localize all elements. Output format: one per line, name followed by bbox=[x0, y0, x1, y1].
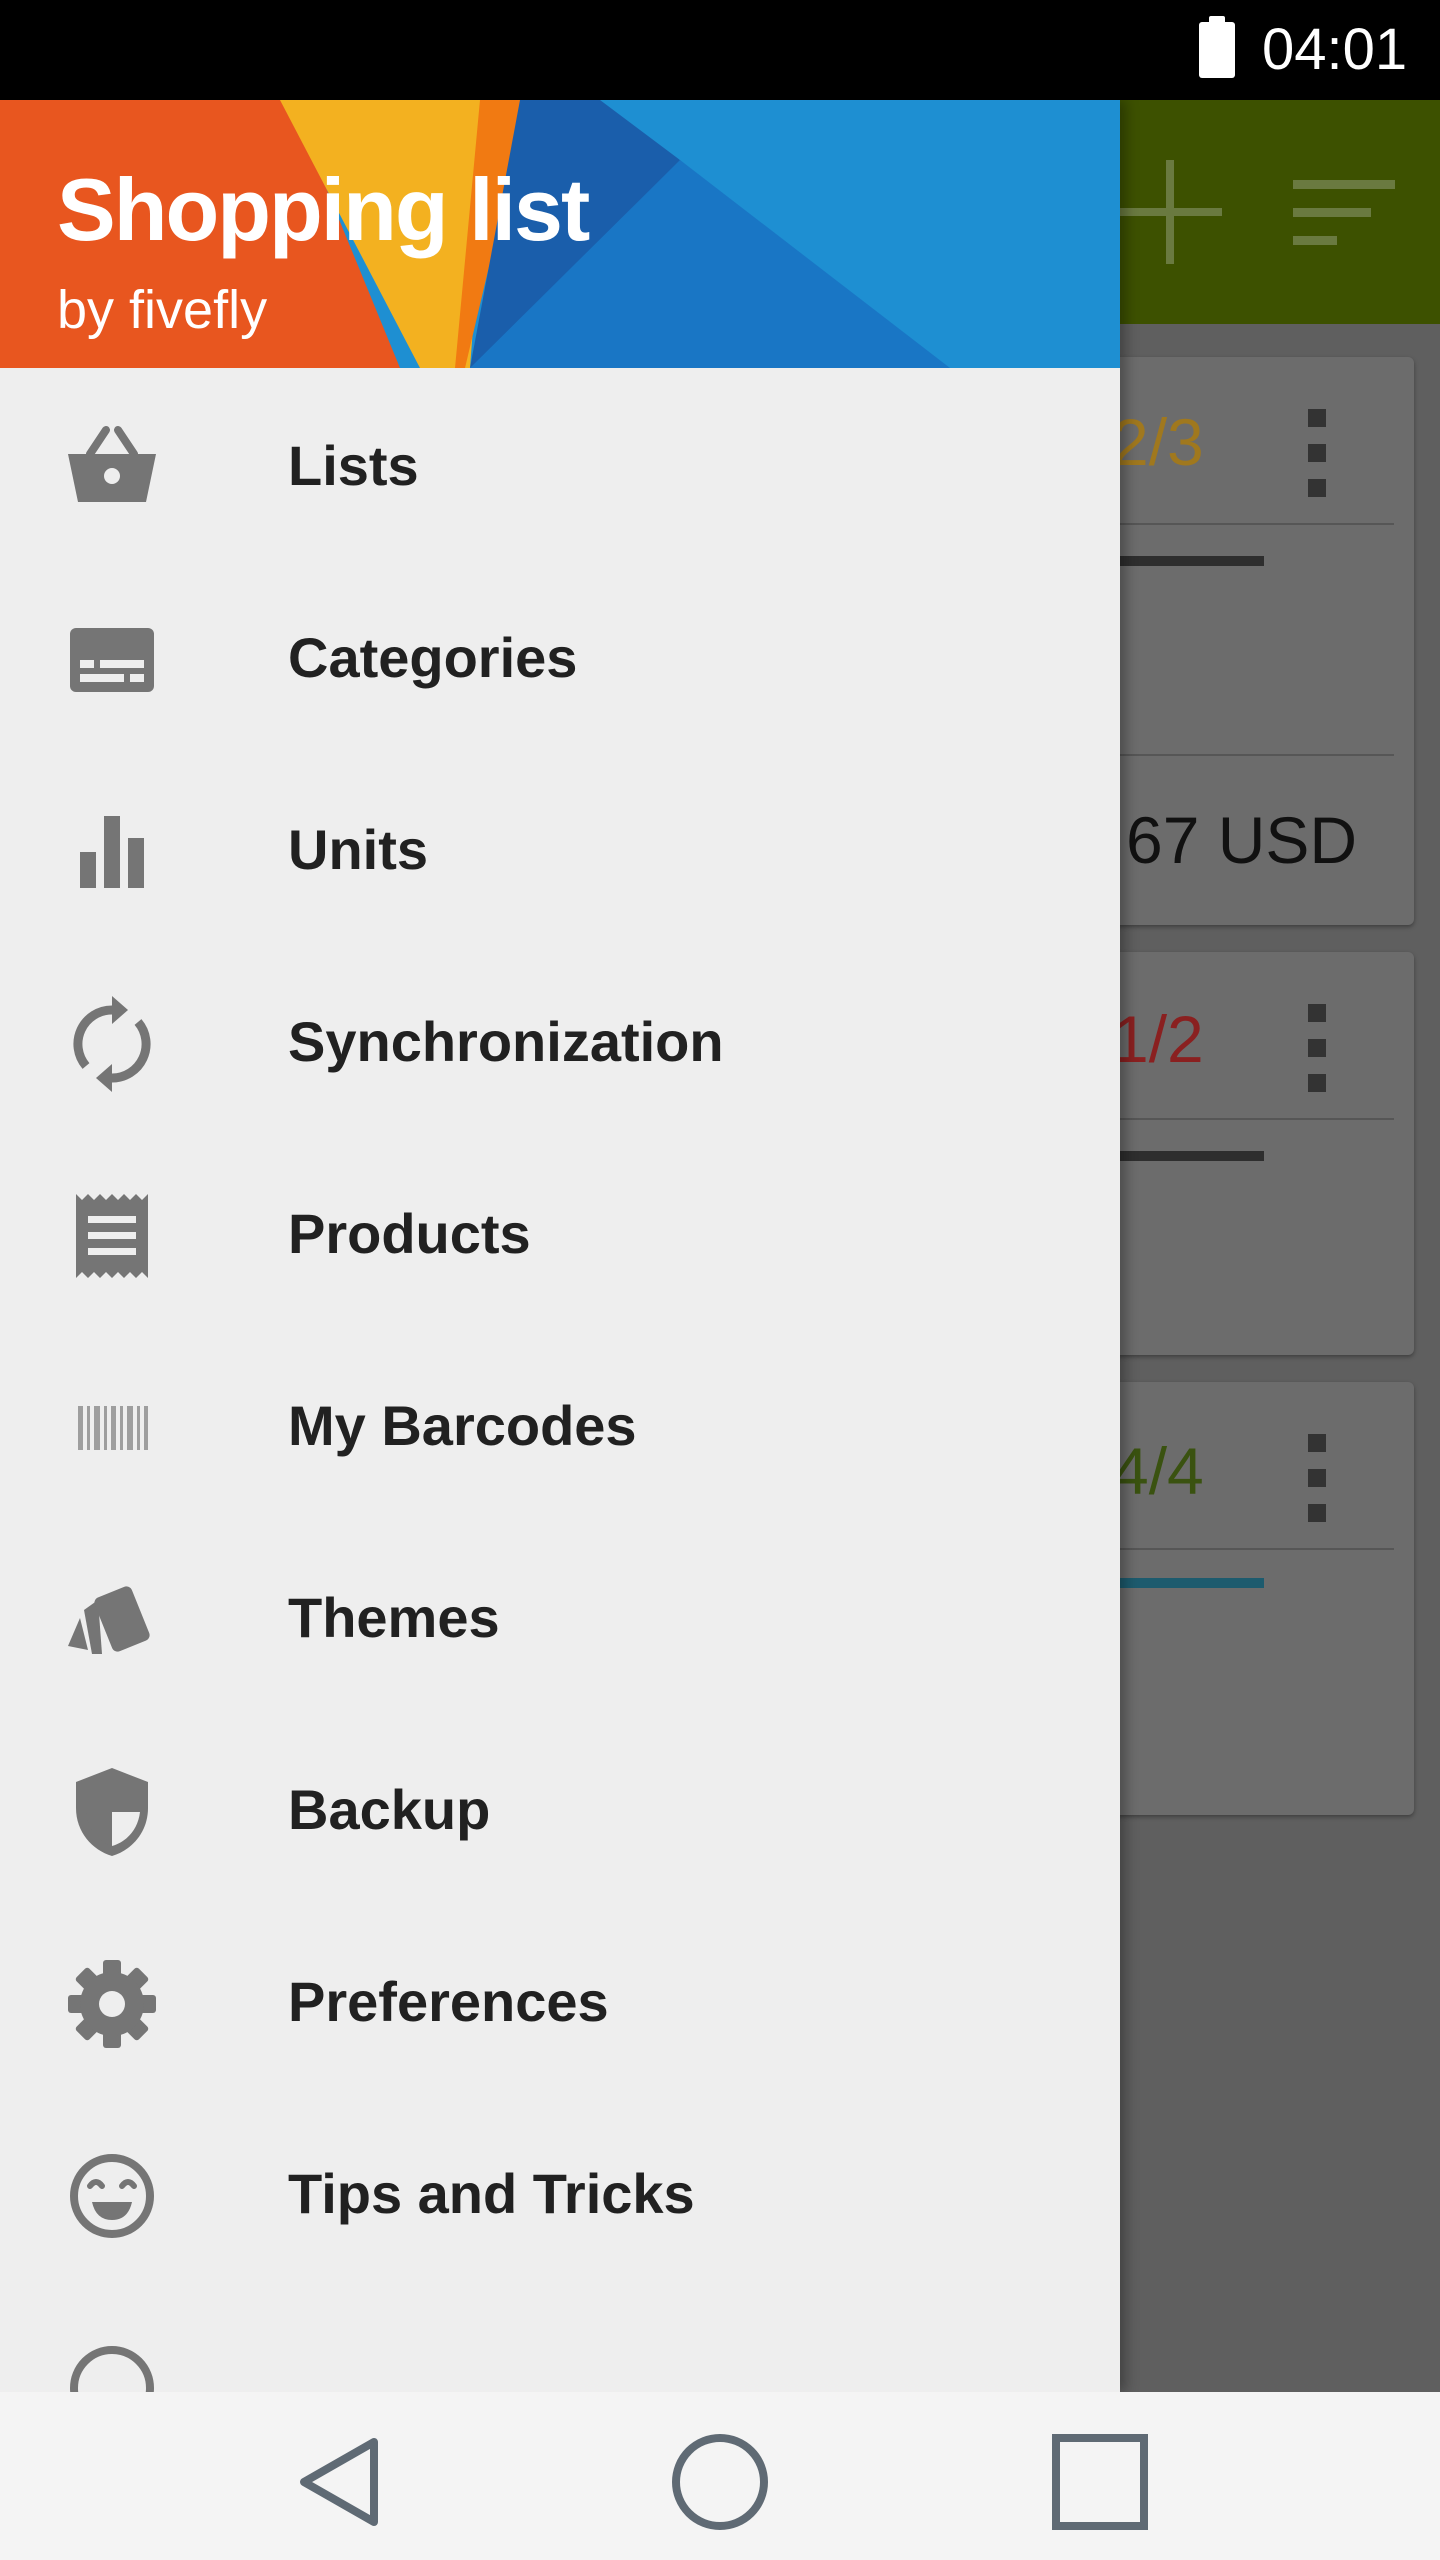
sort-icon[interactable] bbox=[1293, 180, 1395, 246]
basket-icon bbox=[68, 426, 156, 502]
app-subtitle: by fivefly bbox=[57, 280, 268, 340]
info-icon bbox=[70, 2346, 154, 2392]
card-divider bbox=[1114, 523, 1394, 525]
drawer-item-label: Lists bbox=[288, 434, 419, 497]
list-progress-bar bbox=[1114, 1151, 1264, 1161]
more-vert-icon[interactable] bbox=[1308, 1004, 1328, 1109]
drawer-item-label: My Barcodes bbox=[288, 1394, 637, 1457]
smiley-icon bbox=[70, 2154, 154, 2238]
drawer-item-my-barcodes[interactable]: My Barcodes bbox=[0, 1328, 1120, 1520]
list-progress-count: 2/3 bbox=[1112, 405, 1204, 479]
recents-square-icon[interactable] bbox=[1050, 2432, 1150, 2532]
navigation-drawer: Shopping list by fivefly Lists Categorie… bbox=[0, 100, 1120, 2392]
back-triangle-icon[interactable] bbox=[290, 2432, 390, 2532]
list-progress-count: 4/4 bbox=[1112, 1434, 1204, 1508]
system-nav-bar bbox=[0, 2392, 1440, 2560]
drawer-item-label: Themes bbox=[288, 1586, 500, 1649]
swatches-icon bbox=[68, 1586, 150, 1654]
receipt-icon bbox=[76, 1194, 148, 1278]
gear-icon bbox=[68, 1960, 156, 2048]
drawer-item-partial[interactable] bbox=[0, 2288, 1120, 2392]
barcode-icon bbox=[78, 1406, 148, 1450]
drawer-item-label: Products bbox=[288, 1202, 531, 1265]
drawer-item-categories[interactable]: Categories bbox=[0, 560, 1120, 752]
plus-icon[interactable] bbox=[1118, 160, 1222, 264]
card-divider bbox=[1114, 1118, 1394, 1120]
drawer-item-label: Tips and Tricks bbox=[288, 2162, 695, 2225]
status-clock: 04:01 bbox=[1262, 17, 1408, 82]
card-divider bbox=[1114, 754, 1394, 756]
sync-icon bbox=[73, 996, 151, 1092]
drawer-item-products[interactable]: Products bbox=[0, 1136, 1120, 1328]
drawer-item-label: Backup bbox=[288, 1778, 491, 1841]
drawer-item-synchronization[interactable]: Synchronization bbox=[0, 944, 1120, 1136]
drawer-header: Shopping list by fivefly bbox=[0, 100, 1120, 368]
drawer-item-label: Preferences bbox=[288, 1970, 609, 2033]
drawer-item-tips-and-tricks[interactable]: Tips and Tricks bbox=[0, 2096, 1120, 2288]
drawer-item-lists[interactable]: Lists bbox=[0, 368, 1120, 560]
more-vert-icon[interactable] bbox=[1308, 409, 1328, 514]
battery-full-icon bbox=[1199, 16, 1235, 78]
status-bar: 04:01 bbox=[0, 0, 1440, 100]
subtitles-icon bbox=[70, 628, 154, 692]
shield-icon bbox=[76, 1768, 148, 1856]
more-vert-icon[interactable] bbox=[1308, 1434, 1328, 1539]
list-total: 67 USD bbox=[1126, 803, 1358, 877]
drawer-item-units[interactable]: Units bbox=[0, 752, 1120, 944]
drawer-item-preferences[interactable]: Preferences bbox=[0, 1904, 1120, 2096]
list-progress-bar bbox=[1114, 1578, 1264, 1588]
bar-chart-icon bbox=[80, 816, 144, 888]
home-circle-icon[interactable] bbox=[670, 2432, 770, 2532]
drawer-item-label: Units bbox=[288, 818, 428, 881]
drawer-item-label: Synchronization bbox=[288, 1010, 724, 1073]
list-progress-bar bbox=[1114, 556, 1264, 566]
app-title: Shopping list bbox=[57, 160, 590, 259]
card-divider bbox=[1114, 1548, 1394, 1550]
drawer-item-themes[interactable]: Themes bbox=[0, 1520, 1120, 1712]
list-progress-count: 1/2 bbox=[1112, 1002, 1204, 1076]
drawer-item-backup[interactable]: Backup bbox=[0, 1712, 1120, 1904]
drawer-item-label: Categories bbox=[288, 626, 578, 689]
